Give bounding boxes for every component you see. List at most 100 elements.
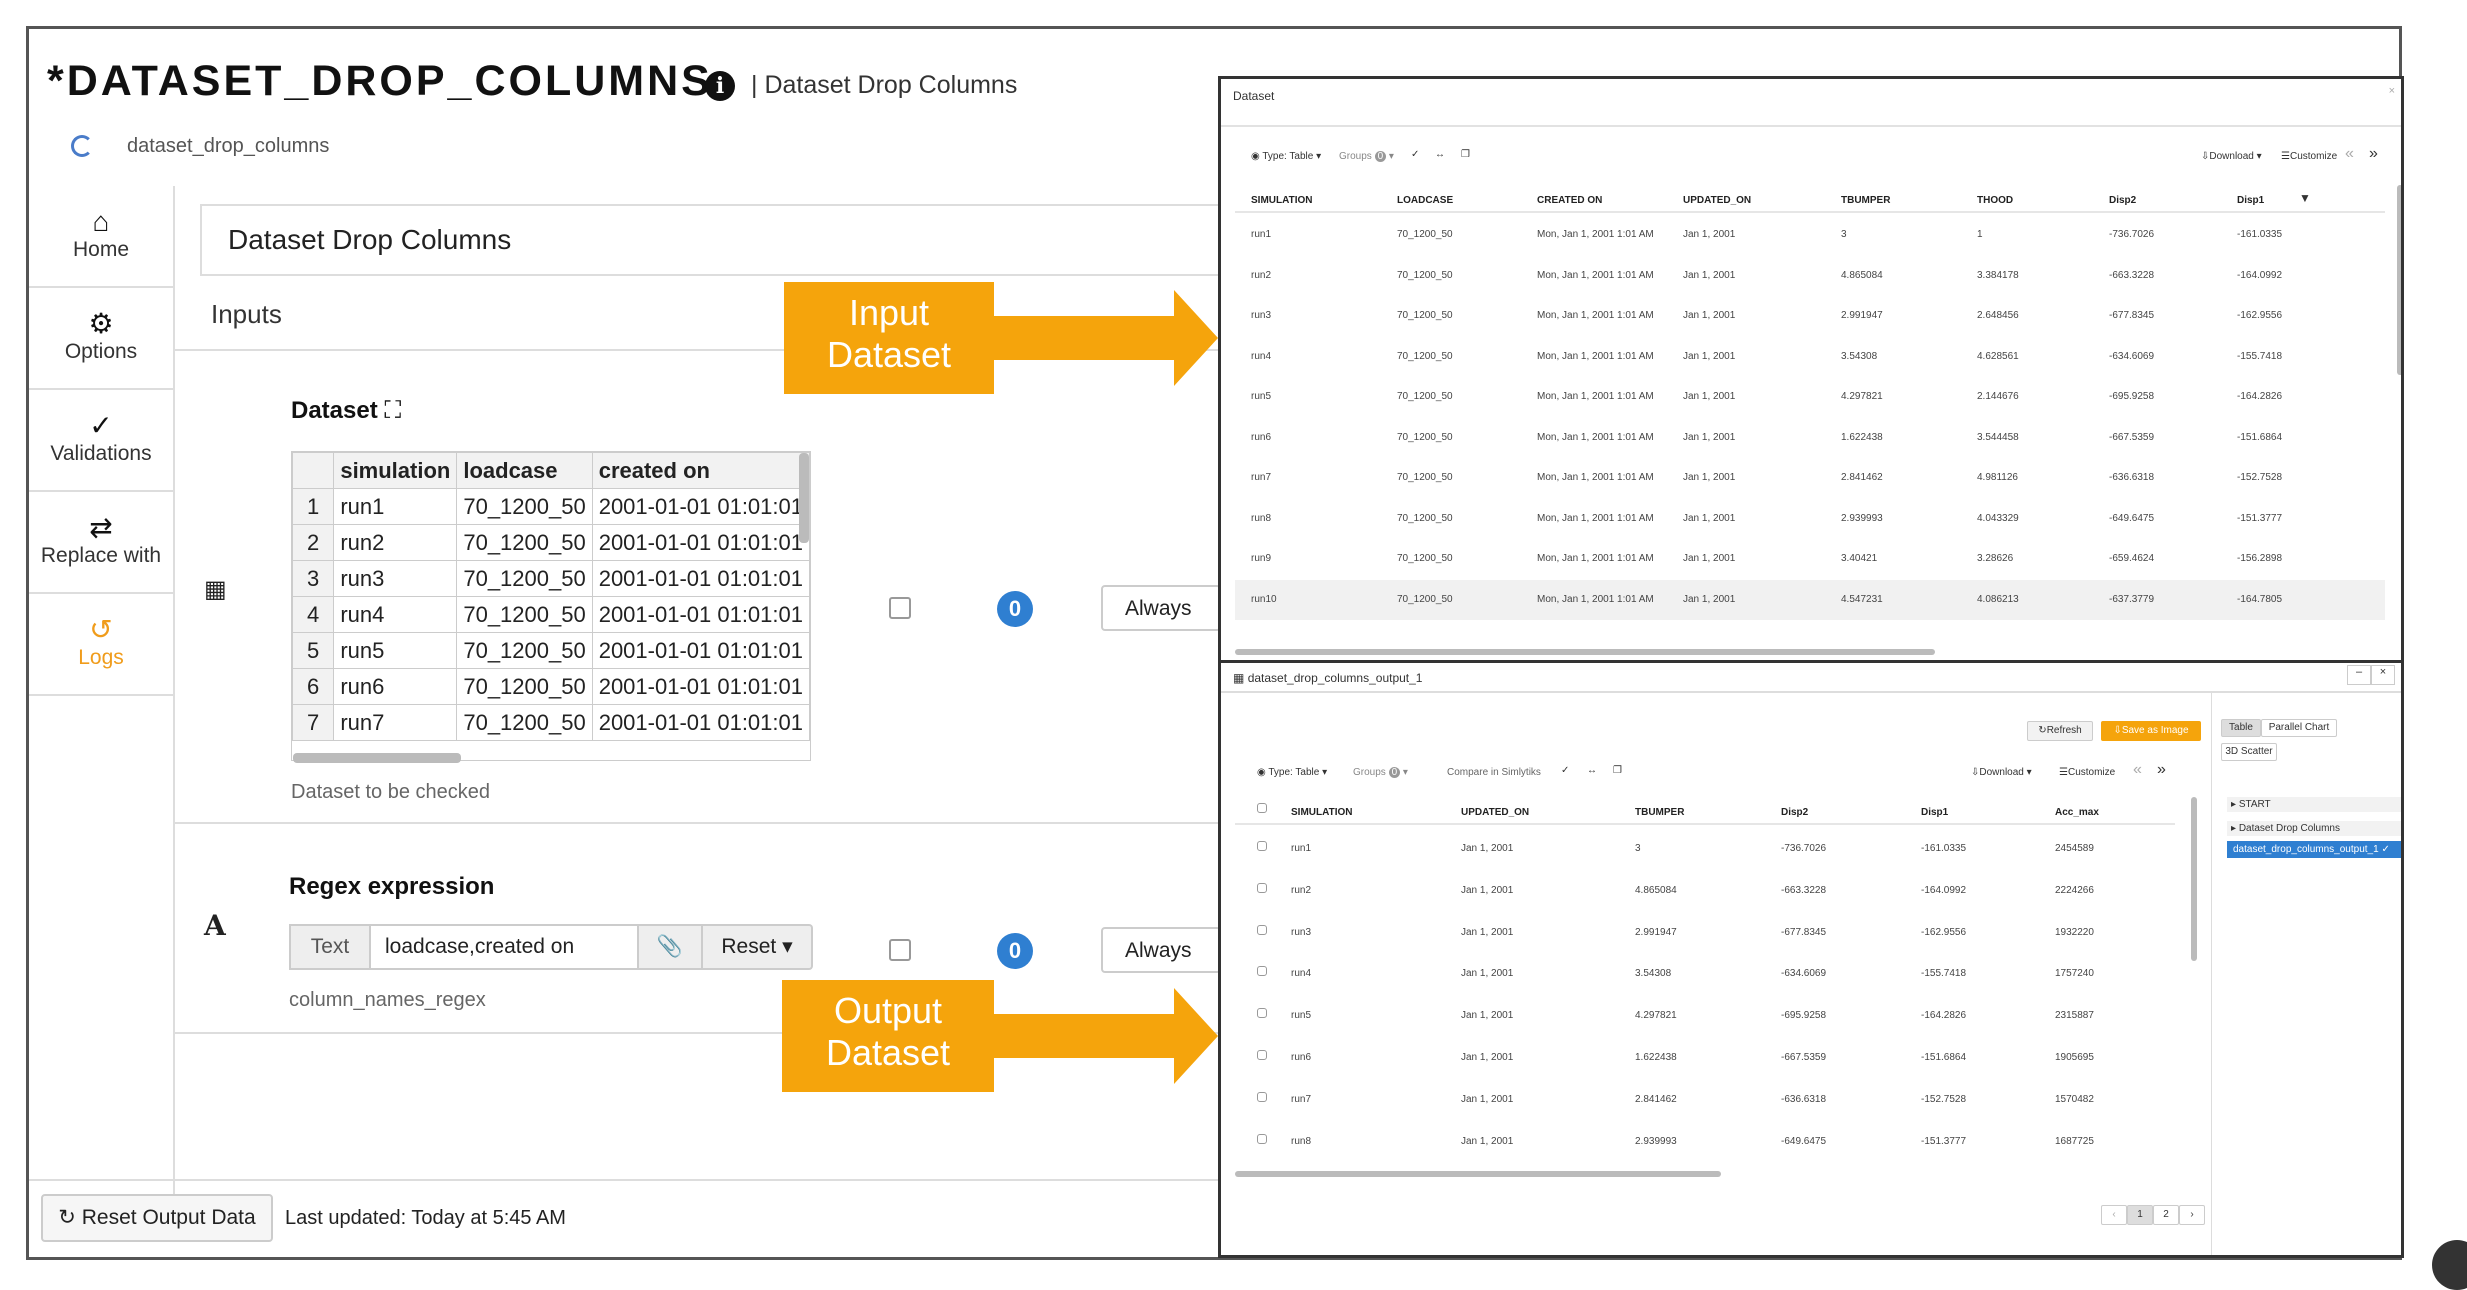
column-header[interactable]: THOOD [1977, 195, 2013, 206]
check-icon[interactable]: ✓ [1411, 149, 1419, 160]
vertical-scrollbar[interactable] [2397, 185, 2401, 375]
table-cell: -164.2826 [2237, 391, 2283, 402]
page-2-button[interactable]: 2 [2153, 1205, 2179, 1225]
table-cell: 2001-01-01 01:01:01 [591, 596, 810, 633]
table-cell: run5 [333, 632, 458, 669]
copy-icon[interactable]: ❐ [1613, 765, 1622, 776]
table-cell: 2001-01-01 01:01:01 [591, 668, 810, 705]
page-subtitle: | Dataset Drop Columns [751, 71, 1018, 99]
close-icon[interactable]: × [2371, 665, 2395, 685]
flow-item-start[interactable]: ▸ START [2227, 797, 2401, 812]
table-cell: -659.4624 [2109, 553, 2155, 564]
table-cell: run5 [1291, 1010, 1312, 1022]
row-checkbox[interactable] [1257, 841, 1267, 851]
table-cell: run2 [1251, 269, 1272, 281]
column-header[interactable]: Acc_max [2055, 807, 2099, 818]
expand-icon[interactable]: ⛶ [384, 397, 401, 424]
groups-dropdown[interactable]: Groups 0 ▾ [1339, 151, 1394, 162]
filter-icon[interactable]: ▼ [2299, 191, 2311, 205]
column-header[interactable]: Disp2 [1781, 807, 1808, 818]
row-checkbox[interactable] [1257, 1133, 1267, 1144]
row-checkbox[interactable] [1257, 1091, 1267, 1102]
info-icon[interactable]: i [705, 71, 735, 101]
horizontal-scrollbar[interactable] [1235, 649, 1935, 655]
tab-table[interactable]: Table [2221, 719, 2261, 737]
resize-icon[interactable]: ↔ [1587, 765, 1597, 776]
column-header[interactable]: Disp2 [2109, 195, 2136, 206]
column-header[interactable]: TBUMPER [1635, 807, 1684, 818]
column-header[interactable]: Disp1 [1921, 807, 1948, 818]
regex-checkbox[interactable] [889, 939, 911, 961]
column-header[interactable]: CREATED ON [1537, 195, 1602, 206]
sidebar-item-options[interactable]: ⚙ Options [29, 288, 173, 390]
reset-output-button[interactable]: ↻ Reset Output Data [41, 1194, 273, 1242]
help-icon[interactable] [2432, 1240, 2467, 1290]
row-checkbox[interactable] [1257, 1008, 1267, 1019]
compare-button[interactable]: Compare in Simlytiks [1447, 767, 1541, 778]
column-header[interactable]: SIMULATION [1291, 807, 1352, 818]
download-button[interactable]: ⇩Download ▾ [2201, 151, 2262, 162]
node-title-field[interactable]: Dataset Drop Columns [200, 204, 1300, 276]
column-header[interactable]: TBUMPER [1841, 195, 1890, 206]
sidebar-item-logs[interactable]: ↺ Logs [29, 594, 173, 696]
row-checkbox[interactable] [1257, 966, 1267, 977]
customize-button[interactable]: ☰Customize [2059, 767, 2115, 778]
column-header[interactable]: UPDATED_ON [1683, 195, 1751, 206]
attach-icon[interactable]: 📎 [639, 924, 703, 970]
collapse-left-icon[interactable]: « [2133, 761, 2142, 779]
table-cell: 2.991947 [1841, 310, 1883, 321]
row-checkbox[interactable] [1257, 1050, 1267, 1060]
prev-page-button[interactable]: ‹ [2101, 1205, 2127, 1225]
vertical-scrollbar[interactable] [799, 453, 809, 543]
minimize-icon[interactable]: – [2347, 665, 2371, 685]
flow-item-output[interactable]: dataset_drop_columns_output_1 ✓ [2227, 841, 2401, 858]
sidebar-item-home[interactable]: ⌂ Home [29, 186, 173, 288]
vertical-scrollbar[interactable] [2191, 797, 2197, 961]
table-cell: Mon, Jan 1, 2001 1:01 AM [1537, 553, 1654, 564]
row-index: 2 [292, 524, 335, 561]
column-header[interactable]: SIMULATION [1251, 195, 1312, 206]
row-checkbox[interactable] [1257, 882, 1267, 893]
check-icon[interactable]: ✓ [1561, 765, 1569, 776]
table-cell: -636.6318 [1781, 1093, 1827, 1105]
refresh-button[interactable]: ↻Refresh [2027, 721, 2093, 741]
dataset-preview-table[interactable]: simulation loadcase created on 1 run1 70_1… [291, 451, 811, 761]
expand-right-icon[interactable]: » [2369, 145, 2378, 163]
resize-icon[interactable]: ↔ [1435, 149, 1445, 160]
flow-item-node[interactable]: ▸ Dataset Drop Columns [2227, 821, 2401, 836]
sidebar-item-replace[interactable]: ⇄ Replace with [29, 492, 173, 594]
sidebar-item-validations[interactable]: ✓ Validations [29, 390, 173, 492]
save-image-button[interactable]: ⇩Save as Image [2101, 721, 2201, 741]
column-header[interactable]: Disp1 [2237, 195, 2264, 206]
row-checkbox[interactable] [1257, 924, 1267, 935]
type-dropdown[interactable]: ◉ Type: Table ▾ [1251, 151, 1321, 162]
customize-button[interactable]: ☰Customize [2281, 151, 2337, 162]
condition-select[interactable]: Always [1101, 585, 1221, 631]
horizontal-scrollbar[interactable] [293, 753, 461, 763]
next-page-button[interactable]: › [2179, 1205, 2205, 1225]
dataset-param-description: Dataset to be checked [291, 781, 491, 803]
column-header[interactable]: LOADCASE [1397, 195, 1453, 206]
table-cell: Jan 1, 2001 [1683, 472, 1736, 483]
table-cell: -634.6069 [1781, 968, 1827, 980]
regex-input[interactable]: loadcase,created on [371, 924, 639, 970]
tab-parallel-chart[interactable]: Parallel Chart [2261, 719, 2337, 737]
select-all-checkbox[interactable] [1257, 803, 1267, 813]
expand-right-icon[interactable]: » [2157, 761, 2166, 779]
groups-dropdown[interactable]: Groups 0 ▾ [1353, 767, 1408, 778]
table-cell: Mon, Jan 1, 2001 1:01 AM [1537, 593, 1654, 605]
page-1-button[interactable]: 1 [2127, 1205, 2153, 1225]
column-header[interactable]: UPDATED_ON [1461, 807, 1529, 818]
dataset-checkbox[interactable] [889, 597, 911, 619]
type-dropdown[interactable]: ◉ Type: Table ▾ [1257, 767, 1327, 778]
collapse-left-icon[interactable]: « [2345, 145, 2354, 163]
download-button[interactable]: ⇩Download ▾ [1971, 767, 2032, 778]
copy-icon[interactable]: ❐ [1461, 149, 1470, 160]
horizontal-scrollbar[interactable] [1235, 1171, 1721, 1177]
condition-select[interactable]: Always [1101, 927, 1221, 973]
tab-3d-scatter[interactable]: 3D Scatter [2221, 743, 2277, 761]
close-icon[interactable]: × [2389, 85, 2395, 97]
reset-dropdown-button[interactable]: Reset ▾ [703, 924, 813, 970]
column-header: loadcase [456, 452, 593, 489]
table-cell: 1687725 [2055, 1135, 2094, 1147]
